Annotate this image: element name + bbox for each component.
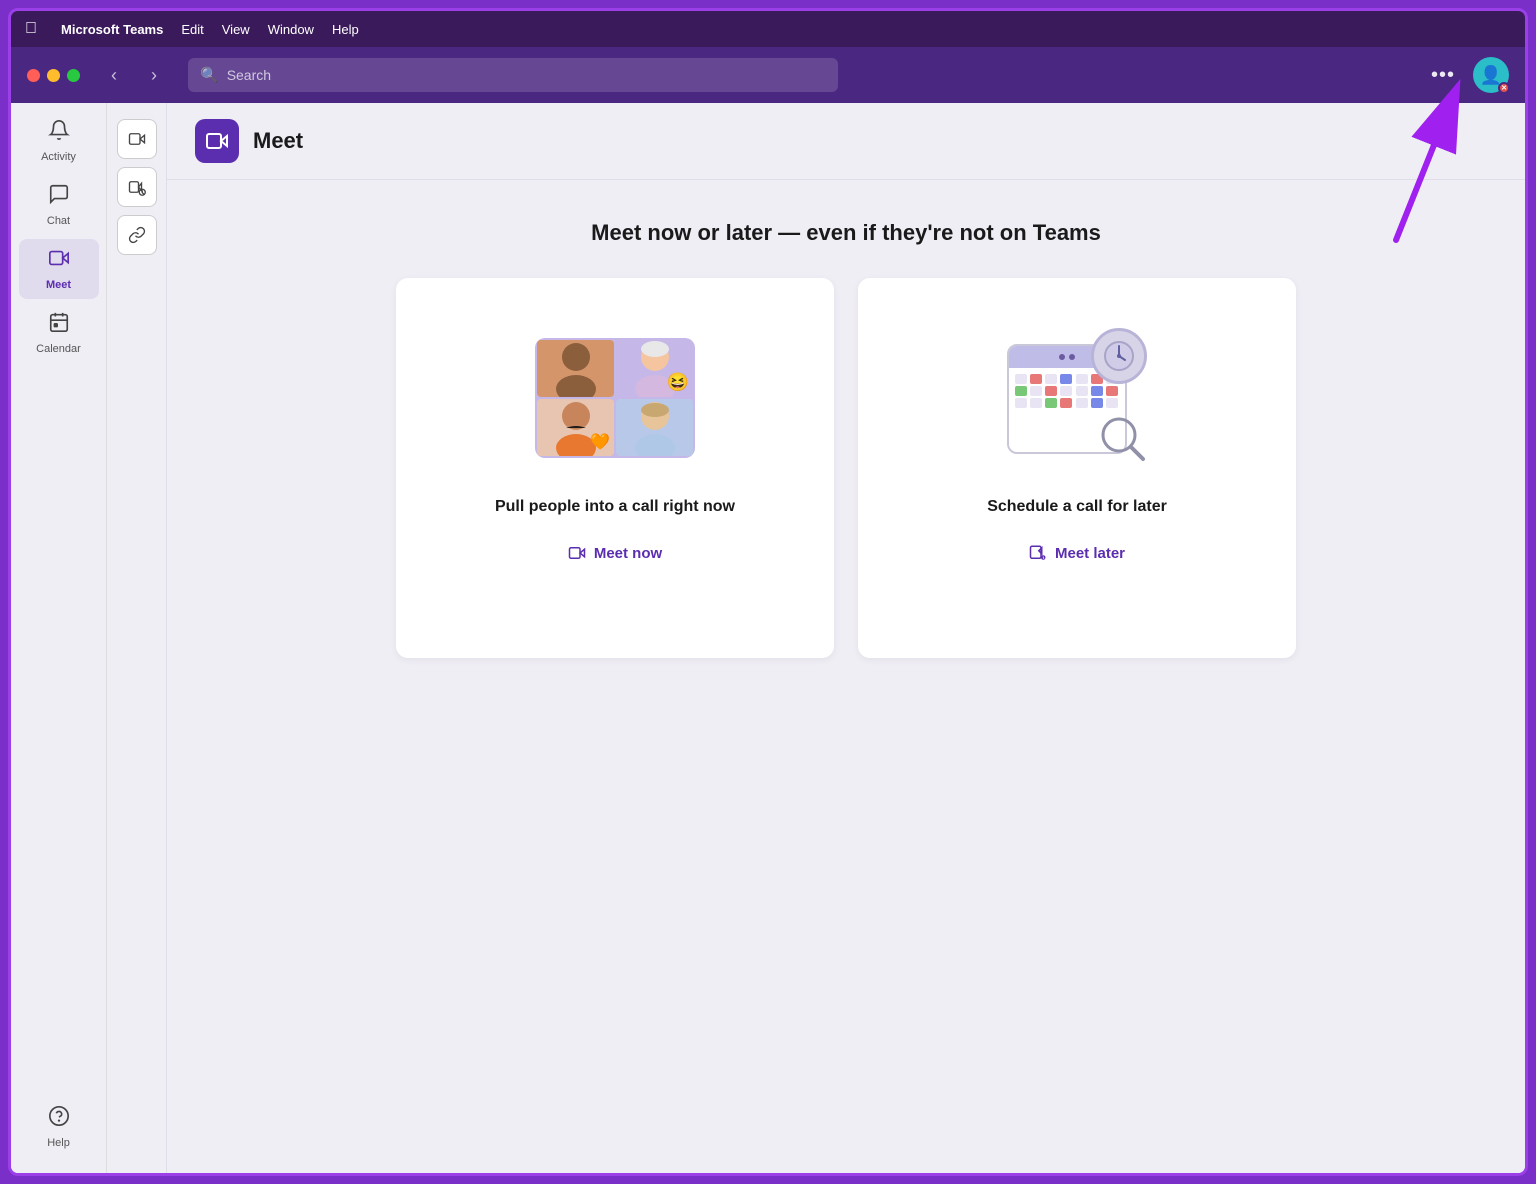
clock-illustration: [1091, 328, 1147, 384]
magnifier-icon: [1097, 413, 1147, 468]
page-content: Meet Meet now or later — even if they're…: [167, 103, 1525, 1173]
toolbar: ‹ › 🔍 ••• 👤 ✕: [11, 47, 1525, 103]
cards-row: 😆 🧡: [396, 278, 1296, 658]
search-input[interactable]: [227, 67, 826, 83]
back-button[interactable]: ‹: [100, 61, 128, 89]
menu-help[interactable]: Help: [332, 22, 359, 37]
sidebar-item-chat[interactable]: Chat: [19, 175, 99, 235]
sidebar-item-meet[interactable]: Meet: [19, 239, 99, 299]
meet-now-action-label: Meet now: [594, 545, 662, 562]
more-options-button[interactable]: •••: [1423, 60, 1463, 91]
page-header: Meet: [167, 103, 1525, 180]
sidebar-item-help[interactable]: Help: [19, 1097, 99, 1157]
meet-later-action-button[interactable]: [117, 167, 157, 207]
sidebar-item-calendar[interactable]: Calendar: [19, 303, 99, 363]
meet-now-action-icon: [568, 544, 586, 562]
calendar-sidebar-icon: [48, 311, 70, 339]
meet-later-action[interactable]: Meet later: [1013, 536, 1141, 570]
meet-page-icon: [195, 119, 239, 163]
vcg-person-3: 🧡: [537, 399, 614, 456]
meet-sidebar-icon: [48, 247, 70, 275]
sidebar: Activity Chat: [11, 103, 107, 1173]
meet-later-card[interactable]: Schedule a call for later Meet later: [858, 278, 1296, 658]
apple-logo-icon: : [25, 20, 37, 38]
maximize-window-dot[interactable]: [67, 69, 80, 82]
menu-window[interactable]: Window: [268, 22, 314, 37]
menu-edit[interactable]: Edit: [181, 22, 203, 37]
close-window-dot[interactable]: [27, 69, 40, 82]
page-title: Meet: [253, 128, 303, 154]
calendar-illustration: [1007, 328, 1147, 468]
sidebar-label-chat: Chat: [47, 215, 70, 227]
avatar-icon: 👤: [1480, 65, 1502, 86]
chat-icon: [48, 183, 70, 211]
main-area: Activity Chat: [11, 103, 1525, 1173]
avatar-badge: ✕: [1498, 82, 1510, 94]
copy-link-action-button[interactable]: [117, 215, 157, 255]
sidebar-label-help: Help: [47, 1137, 70, 1149]
meet-now-subtitle: Pull people into a call right now: [495, 498, 735, 516]
search-bar[interactable]: 🔍: [188, 58, 838, 92]
meet-later-action-label: Meet later: [1055, 545, 1125, 562]
forward-button[interactable]: ›: [140, 61, 168, 89]
action-bar: [107, 103, 167, 1173]
app-menu-name[interactable]: Microsoft Teams: [61, 22, 163, 37]
sidebar-label-activity: Activity: [41, 151, 76, 163]
vcg-person-4: [616, 399, 693, 456]
meet-later-subtitle: Schedule a call for later: [987, 498, 1167, 516]
meet-now-action[interactable]: Meet now: [552, 536, 678, 570]
meet-now-illustration: 😆 🧡: [525, 318, 705, 478]
sidebar-item-activity[interactable]: Activity: [19, 111, 99, 171]
headline: Meet now or later — even if they're not …: [591, 220, 1101, 246]
video-call-grid: 😆 🧡: [535, 338, 695, 458]
help-icon: [48, 1105, 70, 1133]
cards-area: Meet now or later — even if they're not …: [167, 180, 1525, 1173]
toolbar-right: ••• 👤 ✕: [1423, 57, 1509, 93]
meet-later-illustration: [987, 318, 1167, 478]
vcg-person-2: 😆: [616, 340, 693, 397]
activity-icon: [48, 119, 70, 147]
vcg-person-1: [537, 340, 614, 397]
mac-menubar:  Microsoft Teams Edit View Window Help: [11, 11, 1525, 47]
meet-now-card[interactable]: 😆 🧡: [396, 278, 834, 658]
meet-now-action-button[interactable]: [117, 119, 157, 159]
menu-view[interactable]: View: [222, 22, 250, 37]
minimize-window-dot[interactable]: [47, 69, 60, 82]
sidebar-label-calendar: Calendar: [36, 343, 81, 355]
sidebar-label-meet: Meet: [46, 279, 71, 291]
traffic-lights: [27, 69, 80, 82]
profile-avatar-button[interactable]: 👤 ✕: [1473, 57, 1509, 93]
search-icon: 🔍: [200, 66, 219, 84]
meet-later-action-icon: [1029, 544, 1047, 562]
